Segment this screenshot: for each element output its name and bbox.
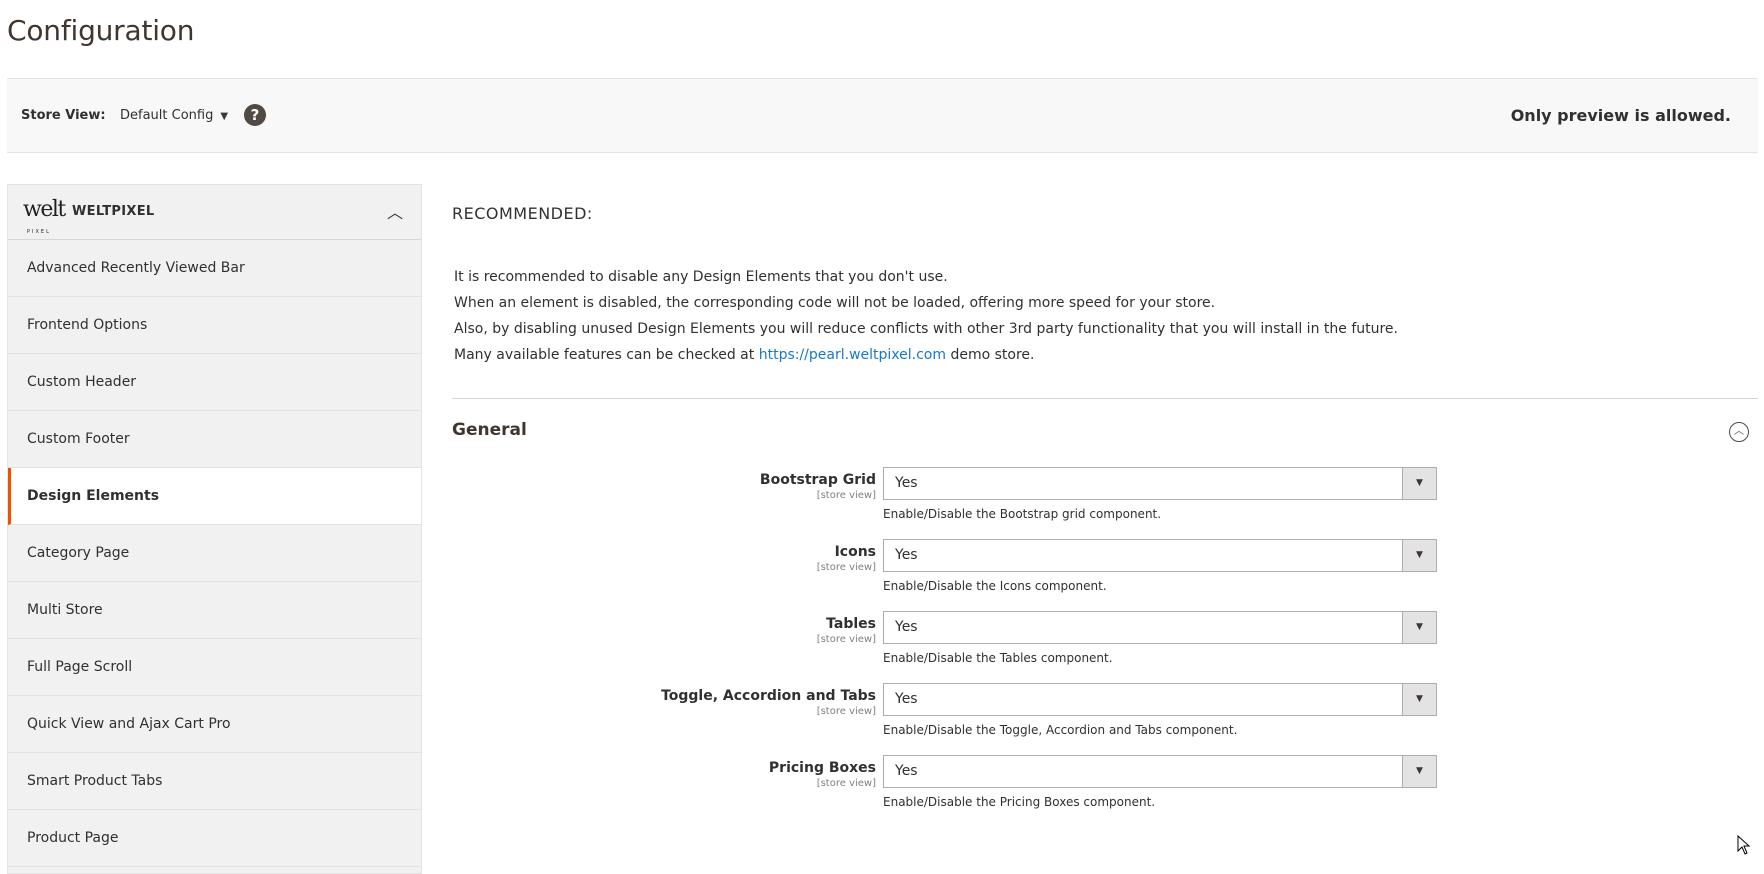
line-suffix: demo store.	[946, 347, 1035, 363]
preview-message: Only preview is allowed.	[1510, 106, 1731, 125]
divider	[452, 398, 1758, 399]
sidebar-item[interactable]: Full Page Scroll	[8, 639, 421, 696]
logo-text: welt	[23, 197, 66, 222]
select-value: Yes	[895, 619, 918, 635]
sidebar-item[interactable]: Multi Store	[8, 582, 421, 639]
page-title: Configuration	[7, 14, 195, 47]
caret-down-icon: ▼	[220, 111, 229, 122]
dropdown-arrow-icon[interactable]: ▼	[1402, 756, 1436, 787]
field-label: Tables	[826, 616, 876, 632]
field-note: Enable/Disable the Pricing Boxes compone…	[883, 795, 1156, 809]
recommended-line: It is recommended to disable any Design …	[454, 269, 948, 285]
store-view-label: Store View:	[21, 108, 106, 123]
dropdown-arrow-icon[interactable]: ▼	[1402, 540, 1436, 571]
store-view-switcher[interactable]: Default Config ▼	[120, 108, 228, 123]
weltpixel-logo: welt PIXEL	[23, 197, 66, 236]
field-note: Enable/Disable the Toggle, Accordion and…	[883, 723, 1238, 737]
chevron-up-icon[interactable]: ︿	[387, 199, 403, 223]
field-scope: [store view]	[816, 778, 876, 789]
sidebar-item[interactable]: Design Elements	[8, 468, 421, 525]
field-label: Pricing Boxes	[768, 760, 876, 776]
main-content: RECOMMENDED: It is recommended to disabl…	[452, 184, 1758, 874]
sidebar-section-title: WELTPIXEL	[72, 204, 155, 219]
select-value: Yes	[895, 763, 918, 779]
field-label: Bootstrap Grid	[759, 472, 876, 488]
config-sidebar: welt PIXEL WELTPIXEL ︿ Advanced Recently…	[7, 184, 422, 874]
dropdown-arrow-icon[interactable]: ▼	[1402, 684, 1436, 715]
sidebar-item[interactable]: Quick View and Ajax Cart Pro	[8, 696, 421, 753]
sidebar-item[interactable]: Custom Footer	[8, 411, 421, 468]
field-select[interactable]: Yes ▼	[883, 611, 1437, 644]
field-note: Enable/Disable the Tables component.	[883, 651, 1113, 665]
field-scope: [store view]	[816, 490, 876, 501]
field-label: Toggle, Accordion and Tabs	[661, 688, 876, 704]
field-label: Icons	[834, 544, 876, 560]
recommended-title: RECOMMENDED:	[452, 204, 593, 223]
store-view-value: Default Config	[120, 108, 214, 123]
collapse-icon[interactable]: ︿	[1729, 422, 1749, 442]
sidebar-item[interactable]: Custom Header	[8, 354, 421, 411]
recommended-text: It is recommended to disable any Design …	[454, 264, 1398, 368]
sidebar-item[interactable]: Category Page	[8, 525, 421, 582]
mouse-cursor-icon	[1737, 835, 1751, 855]
config-field: Pricing Boxes [store view] Yes ▼ Enable/Disa…	[452, 755, 1758, 840]
field-scope: [store view]	[816, 562, 876, 573]
select-value: Yes	[895, 475, 918, 491]
field-select[interactable]: Yes ▼	[883, 683, 1437, 716]
select-value: Yes	[895, 691, 918, 707]
store-view-bar: Store View: Default Config ▼ ? Only previ…	[7, 78, 1758, 153]
dropdown-arrow-icon[interactable]: ▼	[1402, 612, 1436, 643]
field-select[interactable]: Yes ▼	[883, 467, 1437, 500]
dropdown-arrow-icon[interactable]: ▼	[1402, 468, 1436, 499]
recommended-line: Many available features can be checked a…	[454, 342, 1398, 368]
help-icon[interactable]: ?	[244, 104, 266, 126]
sidebar-section-header[interactable]: welt PIXEL WELTPIXEL ︿	[8, 185, 421, 240]
sidebar-items: Advanced Recently Viewed Bar Frontend Opt…	[8, 240, 421, 867]
line-prefix: Many available features can be checked a…	[454, 347, 759, 363]
field-scope: [store view]	[816, 634, 876, 645]
field-note: Enable/Disable the Bootstrap grid compon…	[883, 507, 1162, 521]
field-select[interactable]: Yes ▼	[883, 755, 1437, 788]
section-title-general[interactable]: General	[452, 420, 527, 440]
field-select[interactable]: Yes ▼	[883, 539, 1437, 572]
recommended-line: When an element is disabled, the corresp…	[454, 295, 1216, 311]
select-value: Yes	[895, 547, 918, 563]
field-scope: [store view]	[816, 706, 876, 717]
sidebar-item[interactable]: Advanced Recently Viewed Bar	[8, 240, 421, 297]
field-note: Enable/Disable the Icons component.	[883, 579, 1107, 593]
sidebar-item[interactable]: Frontend Options	[8, 297, 421, 354]
sidebar-item[interactable]: Smart Product Tabs	[8, 753, 421, 810]
sidebar-item[interactable]: Product Page	[8, 810, 421, 867]
demo-store-link[interactable]: https://pearl.weltpixel.com	[759, 347, 946, 363]
recommended-line: Also, by disabling unused Design Element…	[454, 321, 1398, 337]
